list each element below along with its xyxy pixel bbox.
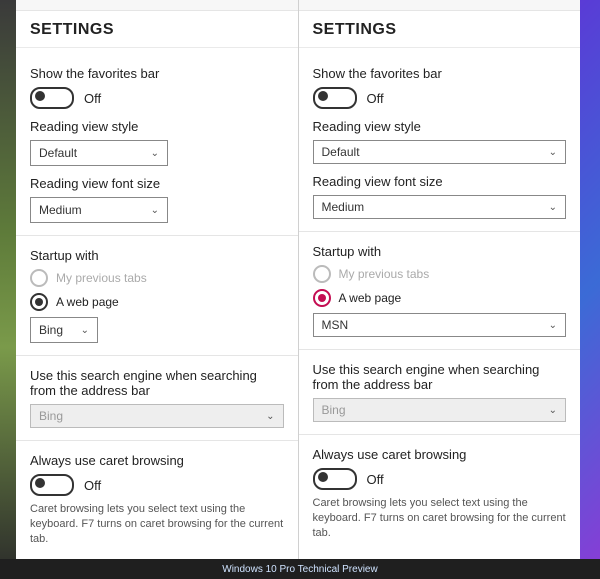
settings-panel-right: SETTINGS Show the favorites bar Off Read…: [299, 0, 581, 559]
startup-radio-webpage[interactable]: [30, 293, 48, 311]
startup-label: Startup with: [30, 248, 284, 263]
chevron-down-icon: ⌄: [81, 325, 89, 336]
reading-style-label: Reading view style: [30, 119, 284, 134]
search-engine-value: Bing: [322, 403, 346, 417]
caret-browsing-toggle[interactable]: [30, 474, 74, 496]
startup-page-select[interactable]: MSN ⌄: [313, 313, 567, 337]
startup-radio-webpage[interactable]: [313, 289, 331, 307]
chevron-down-icon: ⌄: [151, 148, 159, 159]
search-engine-select: Bing ⌄: [313, 398, 567, 422]
caret-browsing-label: Always use caret browsing: [30, 453, 284, 468]
startup-radio-previous: [30, 269, 48, 287]
favorites-bar-toggle[interactable]: [30, 87, 74, 109]
reading-style-label: Reading view style: [313, 119, 567, 134]
chevron-down-icon: ⌄: [549, 147, 557, 158]
settings-heading: SETTINGS: [16, 11, 298, 48]
chevron-down-icon: ⌄: [266, 411, 274, 422]
startup-previous-text: My previous tabs: [56, 271, 147, 285]
toolbar-icons: [16, 0, 298, 11]
desktop-background-strip: [0, 0, 16, 579]
reading-font-value: Medium: [39, 203, 82, 217]
startup-webpage-text: A web page: [339, 291, 402, 305]
startup-page-select[interactable]: Bing ⌄: [30, 317, 98, 343]
reading-font-select[interactable]: Medium ⌄: [313, 195, 567, 219]
chevron-down-icon: ⌄: [151, 205, 159, 216]
reading-font-value: Medium: [322, 200, 365, 214]
settings-panel-left: SETTINGS Show the favorites bar Off Read…: [16, 0, 299, 559]
caret-browsing-label: Always use caret browsing: [313, 447, 567, 462]
search-engine-label: Use this search engine when searching fr…: [313, 362, 567, 392]
startup-radio-previous: [313, 265, 331, 283]
startup-label: Startup with: [313, 244, 567, 259]
favorites-bar-label: Show the favorites bar: [30, 66, 284, 81]
favorites-bar-state: Off: [84, 91, 101, 106]
favorites-bar-state: Off: [367, 91, 384, 106]
toolbar-icons: [299, 0, 581, 11]
caret-browsing-state: Off: [84, 478, 101, 493]
caret-browsing-caption: Caret browsing lets you select text usin…: [313, 496, 567, 541]
settings-heading: SETTINGS: [299, 11, 581, 48]
reading-style-select[interactable]: Default ⌄: [30, 140, 168, 166]
search-engine-label: Use this search engine when searching fr…: [30, 368, 284, 398]
startup-page-value: Bing: [39, 323, 63, 337]
settings-panels: SETTINGS Show the favorites bar Off Read…: [16, 0, 580, 559]
reading-style-value: Default: [322, 145, 360, 159]
taskbar[interactable]: Windows 10 Pro Technical Preview: [0, 559, 600, 579]
startup-page-value: MSN: [322, 318, 349, 332]
caret-browsing-state: Off: [367, 472, 384, 487]
search-engine-value: Bing: [39, 409, 63, 423]
startup-webpage-text: A web page: [56, 295, 119, 309]
reading-font-select[interactable]: Medium ⌄: [30, 197, 168, 223]
startup-previous-text: My previous tabs: [339, 267, 430, 281]
chevron-down-icon: ⌄: [549, 405, 557, 416]
favorites-bar-label: Show the favorites bar: [313, 66, 567, 81]
chevron-down-icon: ⌄: [549, 320, 557, 331]
favorites-bar-toggle[interactable]: [313, 87, 357, 109]
taskbar-text: Windows 10 Pro Technical Preview: [222, 564, 377, 575]
search-engine-select: Bing ⌄: [30, 404, 284, 428]
reading-font-label: Reading view font size: [313, 174, 567, 189]
caret-browsing-caption: Caret browsing lets you select text usin…: [30, 502, 284, 547]
desktop-background-right: [580, 0, 600, 579]
reading-style-value: Default: [39, 146, 77, 160]
reading-style-select[interactable]: Default ⌄: [313, 140, 567, 164]
reading-font-label: Reading view font size: [30, 176, 284, 191]
caret-browsing-toggle[interactable]: [313, 468, 357, 490]
chevron-down-icon: ⌄: [549, 202, 557, 213]
